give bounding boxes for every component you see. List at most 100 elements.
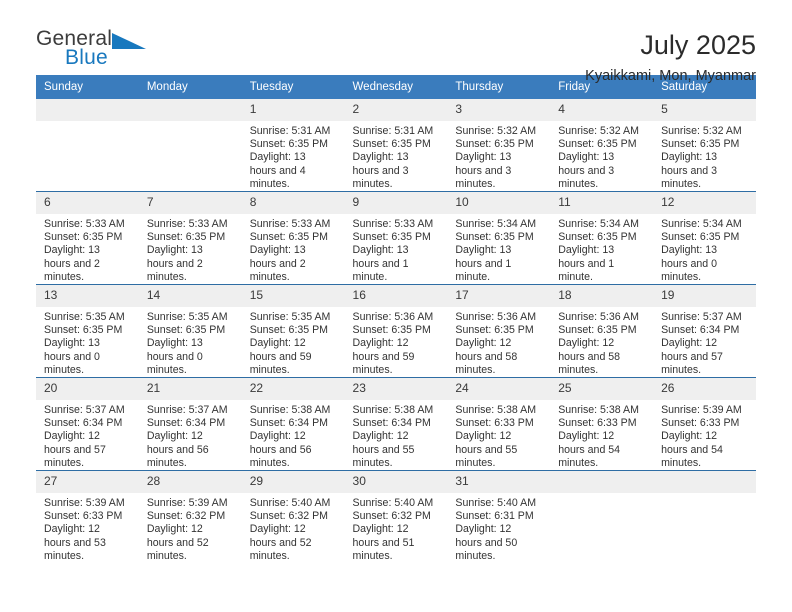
day-number: 8 (241, 192, 345, 215)
calendar-day-cell[interactable]: 14 Sunrise: 5:35 AM Sunset: 6:35 PM Dayligh… (138, 284, 242, 378)
sunset-time: Sunset: 6:35 PM (661, 231, 740, 244)
calendar-day-cell[interactable]: 24 Sunrise: 5:38 AM Sunset: 6:33 PM Dayligh… (447, 377, 551, 471)
triangle-mark-icon (112, 33, 146, 49)
day-number: 30 (344, 471, 448, 494)
sunset-time: Sunset: 6:33 PM (44, 510, 123, 523)
sunset-time: Sunset: 6:34 PM (44, 417, 123, 430)
day-number: 31 (447, 471, 551, 494)
day-number (36, 99, 139, 121)
sunset-time: Sunset: 6:35 PM (146, 231, 226, 244)
day-number (138, 99, 242, 121)
calendar-day-cell[interactable]: 3 Sunrise: 5:32 AM Sunset: 6:35 PM Daylight… (447, 99, 551, 192)
sunset-time: Sunset: 6:35 PM (249, 324, 329, 337)
logo-text-blue: Blue (65, 46, 108, 69)
day-details: Sunrise: 5:36 AM Sunset: 6:35 PM Daylight:… (550, 307, 653, 377)
calendar-day-cell[interactable]: 31 Sunrise: 5:40 AM Sunset: 6:31 PM Dayligh… (447, 470, 551, 564)
calendar-day-cell[interactable]: 8 Sunrise: 5:33 AM Sunset: 6:35 PM Daylight… (241, 191, 345, 285)
daylight-duration: Daylight: 12 hours and 55 minutes. (352, 430, 415, 469)
sunrise-time: Sunrise: 5:38 AM (249, 404, 331, 417)
calendar-day-cell[interactable]: 6 Sunrise: 5:33 AM Sunset: 6:35 PM Daylight… (36, 191, 139, 285)
calendar-week-row: 13 Sunrise: 5:35 AM Sunset: 6:35 PM Dayligh… (36, 284, 756, 378)
sunrise-time: Sunrise: 5:33 AM (249, 218, 331, 231)
daylight-duration: Daylight: 13 hours and 3 minutes. (455, 151, 512, 190)
calendar-day-cell[interactable]: 1 Sunrise: 5:31 AM Sunset: 6:35 PM Daylight… (241, 99, 345, 192)
day-details: Sunrise: 5:35 AM Sunset: 6:35 PM Daylight:… (139, 307, 242, 377)
sunrise-time: Sunrise: 5:32 AM (558, 125, 639, 137)
calendar-day-cell[interactable]: 2 Sunrise: 5:31 AM Sunset: 6:35 PM Daylight… (344, 99, 448, 192)
daylight-duration: Daylight: 13 hours and 3 minutes. (558, 151, 615, 190)
calendar-page: General Blue July 2025 Kyaikkami, Mon, M… (0, 0, 792, 612)
sunset-time: Sunset: 6:32 PM (146, 510, 226, 523)
daylight-duration: Daylight: 12 hours and 50 minutes. (455, 523, 518, 562)
sunrise-time: Sunrise: 5:35 AM (44, 311, 125, 324)
day-details: Sunrise: 5:40 AM Sunset: 6:32 PM Daylight:… (345, 493, 448, 563)
calendar-day-cell[interactable]: 12 Sunrise: 5:34 AM Sunset: 6:35 PM Dayligh… (653, 191, 756, 285)
calendar-day-cell[interactable]: 28 Sunrise: 5:39 AM Sunset: 6:32 PM Dayligh… (138, 470, 242, 564)
sunrise-time: Sunrise: 5:40 AM (352, 497, 434, 510)
daylight-duration: Daylight: 13 hours and 0 minutes. (661, 244, 718, 283)
sunrise-time: Sunrise: 5:38 AM (455, 404, 537, 417)
calendar-cell-empty (36, 99, 139, 192)
daylight-duration: Daylight: 12 hours and 55 minutes. (455, 430, 518, 469)
sunrise-time: Sunrise: 5:34 AM (661, 218, 742, 231)
calendar-day-cell[interactable]: 21 Sunrise: 5:37 AM Sunset: 6:34 PM Dayligh… (138, 377, 242, 471)
calendar-day-cell[interactable]: 19 Sunrise: 5:37 AM Sunset: 6:34 PM Dayligh… (653, 284, 756, 378)
calendar-cell-empty (138, 99, 242, 192)
day-details: Sunrise: 5:31 AM Sunset: 6:35 PM Daylight:… (345, 121, 448, 191)
calendar-day-cell[interactable]: 9 Sunrise: 5:33 AM Sunset: 6:35 PM Daylight… (344, 191, 448, 285)
calendar-day-cell[interactable]: 29 Sunrise: 5:40 AM Sunset: 6:32 PM Dayligh… (241, 470, 345, 564)
calendar-day-cell[interactable]: 13 Sunrise: 5:35 AM Sunset: 6:35 PM Dayligh… (36, 284, 139, 378)
day-details: Sunrise: 5:37 AM Sunset: 6:34 PM Daylight:… (139, 400, 242, 470)
weekday-header-wednesday: Wednesday (344, 75, 448, 99)
calendar-day-cell[interactable]: 26 Sunrise: 5:39 AM Sunset: 6:33 PM Dayligh… (653, 377, 756, 471)
calendar-day-cell[interactable]: 10 Sunrise: 5:34 AM Sunset: 6:35 PM Dayligh… (447, 191, 551, 285)
calendar-cell-empty (653, 470, 756, 564)
daylight-duration: Daylight: 12 hours and 56 minutes. (146, 430, 209, 469)
sunrise-time: Sunrise: 5:40 AM (249, 497, 331, 510)
day-number: 29 (241, 471, 345, 494)
sunset-time: Sunset: 6:34 PM (661, 324, 740, 337)
sunset-time: Sunset: 6:34 PM (146, 417, 226, 430)
day-details: Sunrise: 5:40 AM Sunset: 6:31 PM Daylight:… (447, 493, 550, 563)
sunrise-time: Sunrise: 5:36 AM (558, 311, 639, 324)
daylight-duration: Daylight: 13 hours and 3 minutes. (661, 151, 718, 190)
day-number: 21 (138, 378, 242, 401)
calendar-day-cell[interactable]: 11 Sunrise: 5:34 AM Sunset: 6:35 PM Dayligh… (550, 191, 654, 285)
calendar-day-cell[interactable]: 7 Sunrise: 5:33 AM Sunset: 6:35 PM Daylight… (138, 191, 242, 285)
calendar-day-cell[interactable]: 18 Sunrise: 5:36 AM Sunset: 6:35 PM Dayligh… (550, 284, 654, 378)
day-details: Sunrise: 5:35 AM Sunset: 6:35 PM Daylight:… (242, 307, 345, 377)
sunset-time: Sunset: 6:35 PM (249, 138, 329, 151)
sunset-time: Sunset: 6:35 PM (44, 324, 123, 337)
calendar-day-cell[interactable]: 16 Sunrise: 5:36 AM Sunset: 6:35 PM Dayligh… (344, 284, 448, 378)
sunset-time: Sunset: 6:34 PM (352, 417, 431, 430)
calendar-day-cell[interactable]: 27 Sunrise: 5:39 AM Sunset: 6:33 PM Dayligh… (36, 470, 139, 564)
day-number: 13 (36, 285, 139, 308)
day-number (550, 471, 654, 494)
calendar-day-cell[interactable]: 15 Sunrise: 5:35 AM Sunset: 6:35 PM Dayligh… (241, 284, 345, 378)
calendar-day-cell[interactable]: 5 Sunrise: 5:32 AM Sunset: 6:35 PM Daylight… (653, 99, 756, 192)
sunrise-time: Sunrise: 5:37 AM (44, 404, 125, 417)
day-number: 9 (344, 192, 448, 215)
general-blue-logo[interactable]: General Blue (36, 28, 166, 74)
calendar-day-cell[interactable]: 17 Sunrise: 5:36 AM Sunset: 6:35 PM Dayligh… (447, 284, 551, 378)
daylight-duration: Daylight: 12 hours and 54 minutes. (661, 430, 723, 469)
calendar-day-cell[interactable]: 20 Sunrise: 5:37 AM Sunset: 6:34 PM Dayligh… (36, 377, 139, 471)
calendar-cell-empty (550, 470, 654, 564)
calendar-day-cell[interactable]: 25 Sunrise: 5:38 AM Sunset: 6:33 PM Dayligh… (550, 377, 654, 471)
calendar-day-cell[interactable]: 30 Sunrise: 5:40 AM Sunset: 6:32 PM Dayligh… (344, 470, 448, 564)
day-number: 11 (550, 192, 654, 215)
sunset-time: Sunset: 6:35 PM (558, 324, 637, 337)
calendar-day-cell[interactable]: 23 Sunrise: 5:38 AM Sunset: 6:34 PM Dayligh… (344, 377, 448, 471)
daylight-duration: Daylight: 13 hours and 2 minutes. (146, 244, 203, 283)
day-number: 1 (241, 99, 345, 121)
calendar-day-cell[interactable]: 4 Sunrise: 5:32 AM Sunset: 6:35 PM Daylight… (550, 99, 654, 192)
day-details: Sunrise: 5:33 AM Sunset: 6:35 PM Daylight:… (345, 214, 448, 284)
day-number: 5 (653, 99, 756, 121)
day-number: 22 (241, 378, 345, 401)
day-details: Sunrise: 5:32 AM Sunset: 6:35 PM Daylight:… (653, 121, 756, 191)
sunrise-time: Sunrise: 5:31 AM (249, 125, 331, 137)
sunrise-time: Sunrise: 5:34 AM (558, 218, 639, 231)
calendar-day-cell[interactable]: 22 Sunrise: 5:38 AM Sunset: 6:34 PM Dayligh… (241, 377, 345, 471)
daylight-duration: Daylight: 12 hours and 59 minutes. (352, 337, 415, 376)
sunrise-time: Sunrise: 5:38 AM (558, 404, 639, 417)
